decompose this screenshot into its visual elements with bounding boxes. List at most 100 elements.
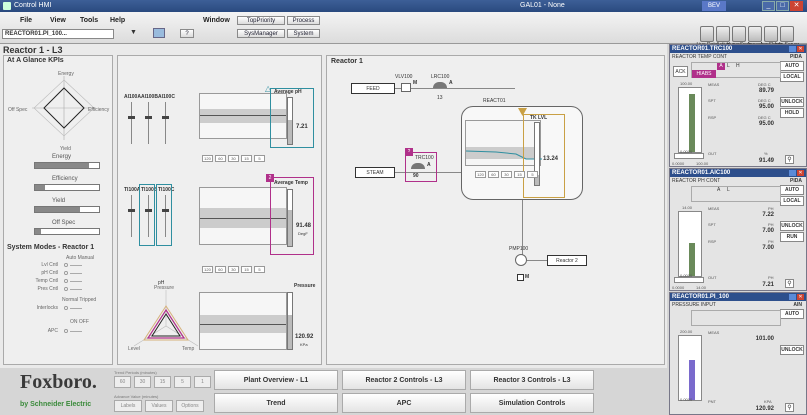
period-button[interactable]: 5	[174, 376, 191, 388]
slider-track[interactable]	[131, 195, 132, 237]
trend-period-button[interactable]: 30	[501, 171, 512, 178]
fp1-spt[interactable]: 95.00	[744, 104, 774, 110]
trend-period-button[interactable]: 30	[228, 266, 239, 273]
nav-button[interactable]: APC	[342, 393, 466, 413]
fp3-close-icon[interactable]: ✕	[797, 294, 804, 300]
info-server-icon[interactable]	[780, 26, 794, 42]
trend-period-button[interactable]: 120	[202, 155, 213, 162]
fp2-expand-icon[interactable]	[789, 170, 796, 176]
appshare-icon[interactable]	[764, 26, 778, 42]
fp1-out[interactable]: 91.49	[744, 158, 774, 164]
nav-button[interactable]: Reactor 3 Controls - L3	[470, 370, 594, 390]
faceplate-trc100[interactable]: REACTOR01.TRC100 ✕ REACTOR TEMP CONT PID…	[669, 44, 807, 167]
sysmanager-button[interactable]: SysManager	[237, 29, 285, 38]
process-button[interactable]: Process	[287, 16, 320, 25]
restore-icon[interactable]: □	[776, 1, 789, 11]
tag-combo[interactable]: REACTOR01.PI_100...	[2, 29, 114, 39]
fp3-search-icon[interactable]: ⚲	[785, 403, 794, 412]
menu-help[interactable]: Help	[110, 17, 125, 24]
pump-mode-box[interactable]	[517, 274, 524, 281]
fp2-auto-button[interactable]: AUTO	[780, 185, 804, 195]
trend-period-button[interactable]: 5	[254, 266, 265, 273]
hypersnap-icon[interactable]	[732, 26, 746, 42]
system-button[interactable]: System	[287, 29, 320, 38]
help-button[interactable]: ?	[180, 29, 194, 38]
fp1-search-icon[interactable]: ⚲	[785, 155, 794, 164]
fp1-hold-button[interactable]: HOLD	[780, 108, 804, 118]
fp1-close-icon[interactable]: ✕	[797, 46, 804, 52]
trend-period-button[interactable]: 60	[215, 266, 226, 273]
slider-track[interactable]	[165, 102, 166, 144]
fp1-auto-button[interactable]: AUTO	[780, 61, 804, 71]
trend-period-button[interactable]: 5	[254, 155, 265, 162]
slider-track[interactable]	[131, 102, 132, 144]
pump-icon[interactable]	[515, 254, 527, 266]
access-icon[interactable]	[748, 26, 762, 42]
mode-toggle[interactable]	[64, 329, 68, 333]
menu-view[interactable]: View	[50, 17, 66, 24]
slider-knob[interactable]	[128, 209, 135, 212]
trend-period-button[interactable]: 5	[527, 171, 538, 178]
trend-period-button[interactable]: 15	[514, 171, 525, 178]
close-icon[interactable]: ✕	[790, 1, 803, 11]
fp3-auto-button[interactable]: AUTO	[780, 309, 804, 319]
nav-button[interactable]: Trend	[214, 393, 338, 413]
fp3-meas: 101.00	[755, 336, 774, 342]
advance-button[interactable]: Options	[176, 400, 204, 412]
nav-button[interactable]: Simulation Controls	[470, 393, 594, 413]
menu-window[interactable]: Window	[203, 17, 230, 24]
advance-button[interactable]: Labels	[114, 400, 142, 412]
trend-period-button[interactable]: 15	[241, 266, 252, 273]
steam-arrow[interactable]: STEAM	[355, 167, 395, 178]
feed-arrow[interactable]: FEED	[351, 83, 395, 94]
nav-button[interactable]: Plant Overview - L1	[214, 370, 338, 390]
mode-toggle[interactable]	[64, 306, 68, 310]
slider-knob[interactable]	[128, 116, 135, 119]
slider-track[interactable]	[148, 102, 149, 144]
fp2-search-icon[interactable]: ⚲	[785, 279, 794, 288]
mode-toggle[interactable]	[64, 271, 68, 275]
faceplate-icon[interactable]	[153, 28, 165, 38]
fp3-unlock-button[interactable]: UNLOCK	[780, 345, 804, 355]
fp1-expand-icon[interactable]	[789, 46, 796, 52]
fp2-unlock-button[interactable]: UNLOCK	[780, 221, 804, 231]
fp1-unlock-button[interactable]: UNLOCK	[780, 97, 804, 107]
toppriority-button[interactable]: TopPriority	[237, 16, 285, 25]
period-button[interactable]: 30	[134, 376, 151, 388]
faceplate-pi100[interactable]: REACTOR01.PI_100 ✕ PRESSURE INPUT AIN AU…	[669, 292, 807, 415]
nav-button[interactable]: Reactor 2 Controls - L3	[342, 370, 466, 390]
mode-toggle[interactable]	[64, 279, 68, 283]
valve-icon[interactable]	[401, 83, 411, 92]
mode-toggle[interactable]	[64, 263, 68, 267]
fp2-spt[interactable]: 7.00	[744, 228, 774, 234]
period-button[interactable]: 1	[194, 376, 211, 388]
advance-button[interactable]: Values	[145, 400, 173, 412]
period-button[interactable]: 60	[114, 376, 131, 388]
active-factory-icon[interactable]	[716, 26, 730, 42]
lrc-valve-icon[interactable]	[433, 82, 447, 88]
menu-file[interactable]: File	[20, 17, 32, 24]
slider-knob[interactable]	[145, 116, 152, 119]
fp2-close-icon[interactable]: ✕	[797, 170, 804, 176]
fp2-out[interactable]: 7.21	[744, 282, 774, 288]
chevron-down-icon[interactable]: ▼	[130, 29, 137, 36]
trend-period-button[interactable]: 120	[202, 266, 213, 273]
live-data-icon[interactable]	[700, 26, 714, 42]
reactor2-arrow[interactable]: Reactor 2	[547, 255, 587, 266]
faceplate-aic100[interactable]: REACTOR01.AIC100 ✕ REACTOR PH CONT PIDA …	[669, 168, 807, 291]
fp1-local-button[interactable]: LOCAL	[780, 72, 804, 82]
trend-period-button[interactable]: 60	[215, 155, 226, 162]
mode-toggle[interactable]	[64, 287, 68, 291]
minimize-icon[interactable]: _	[762, 1, 775, 11]
fp2-local-button[interactable]: LOCAL	[780, 196, 804, 206]
trend-period-button[interactable]: 30	[228, 155, 239, 162]
trend-period-button[interactable]: 120	[475, 171, 486, 178]
trend-period-button[interactable]: 60	[488, 171, 499, 178]
slider-knob[interactable]	[162, 116, 169, 119]
fp2-run-button[interactable]: RUN	[780, 232, 804, 242]
menu-tools[interactable]: Tools	[80, 17, 98, 24]
fp1-ack-button[interactable]: ACK	[673, 66, 688, 77]
trend-period-button[interactable]: 15	[241, 155, 252, 162]
fp3-expand-icon[interactable]	[789, 294, 796, 300]
period-button[interactable]: 15	[154, 376, 171, 388]
